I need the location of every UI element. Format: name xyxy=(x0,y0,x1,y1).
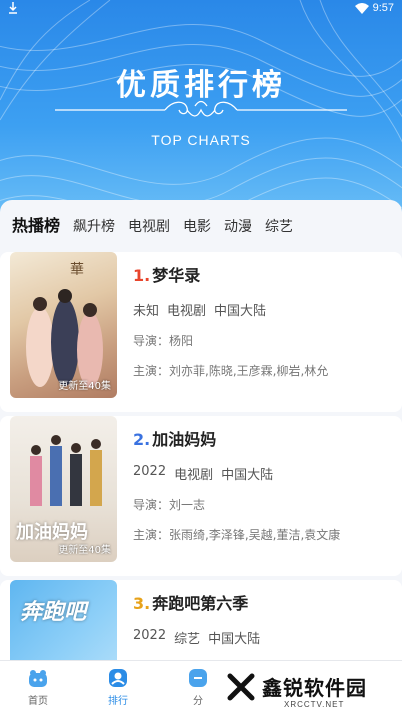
item-meta: 2022 综艺 中国大陆 xyxy=(133,628,393,647)
nav-home[interactable]: 首页 xyxy=(8,667,68,707)
tab-tv[interactable]: 电视剧 xyxy=(128,216,170,236)
item-title[interactable]: 2. 加油妈妈 xyxy=(133,426,393,450)
item-info: 1. 梦华录 未知 电视剧 中国大陆 导演：杨阳 主演：刘亦菲,陈晓,王彦霖,柳… xyxy=(133,262,393,379)
nav-label: 首页 xyxy=(28,696,48,707)
watermark-subtext: XRCCTV.NET xyxy=(284,700,345,709)
list-item[interactable]: 加油妈妈 更新至40集 2. 加油妈妈 2022 电视剧 中国大陆 导演：刘一志… xyxy=(0,416,402,576)
page-subtitle: TOP CHARTS xyxy=(151,132,251,148)
title-ornament-icon xyxy=(55,100,347,117)
item-year: 2022 xyxy=(133,628,167,643)
poster-image[interactable]: 華 更新至40集 xyxy=(10,252,117,398)
wifi-icon xyxy=(354,2,369,14)
nav-category[interactable]: 分 xyxy=(168,667,228,707)
rank-icon xyxy=(109,669,127,687)
category-tabs: 热播榜 飙升榜 电视剧 电影 动漫 综艺 xyxy=(12,212,293,236)
item-year: 2022 xyxy=(133,464,167,479)
tab-anime[interactable]: 动漫 xyxy=(224,216,252,236)
tab-rising[interactable]: 飙升榜 xyxy=(73,216,115,236)
item-info: 3. 奔跑吧第六季 2022 综艺 中国大陆 xyxy=(133,590,393,647)
item-year: 未知 xyxy=(133,304,160,319)
watermark-logo-icon xyxy=(227,673,255,701)
item-info: 2. 加油妈妈 2022 电视剧 中国大陆 导演：刘一志 主演：张雨绮,李泽锋,… xyxy=(133,426,393,543)
item-cast: 主演：张雨绮,李泽锋,吴越,董洁,袁文康 xyxy=(133,528,341,542)
tab-variety[interactable]: 综艺 xyxy=(265,216,293,236)
rank-number: 1. xyxy=(133,266,151,285)
item-region: 中国大陆 xyxy=(221,468,274,483)
item-title-text: 梦华录 xyxy=(152,266,201,285)
item-director: 导演：刘一志 xyxy=(133,498,206,512)
category-icon xyxy=(189,669,207,687)
item-region: 中国大陆 xyxy=(208,632,261,647)
item-title[interactable]: 1. 梦华录 xyxy=(133,262,393,286)
item-title[interactable]: 3. 奔跑吧第六季 xyxy=(133,590,393,614)
tab-movie[interactable]: 电影 xyxy=(183,216,211,236)
nav-ranking[interactable]: 排行 xyxy=(88,667,148,707)
rank-number: 2. xyxy=(133,430,151,449)
home-icon xyxy=(29,670,47,687)
update-badge: 更新至40集 xyxy=(58,545,111,556)
item-cast: 主演：刘亦菲,陈晓,王彦霖,柳岩,林允 xyxy=(133,364,329,378)
list-item[interactable]: 華 更新至40集 1. 梦华录 未知 电视剧 中国大陆 导演：杨阳 主演：刘亦菲… xyxy=(0,252,402,412)
tab-hot[interactable]: 热播榜 xyxy=(12,212,60,236)
update-badge: 更新至40集 xyxy=(58,381,111,392)
download-icon xyxy=(9,2,17,14)
poster-image[interactable]: 加油妈妈 更新至40集 xyxy=(10,416,117,562)
item-title-text: 加油妈妈 xyxy=(152,430,217,449)
status-bar: 9:57 xyxy=(0,0,402,18)
item-meta: 未知 电视剧 中国大陆 xyxy=(133,300,393,319)
item-title-text: 奔跑吧第六季 xyxy=(152,594,249,613)
item-genre: 电视剧 xyxy=(167,304,207,319)
svg-text:華: 華 xyxy=(70,262,84,278)
nav-label: 分 xyxy=(193,696,203,707)
top-charts-banner: 9:57 优质排行榜 TOP CHARTS xyxy=(0,0,402,230)
status-time: 9:57 xyxy=(372,2,394,14)
watermark-text: 鑫锐软件园 xyxy=(262,676,367,700)
item-genre: 电视剧 xyxy=(174,468,214,483)
rank-number: 3. xyxy=(133,594,151,613)
item-meta: 2022 电视剧 中国大陆 xyxy=(133,464,393,483)
ranking-panel: 热播榜 飙升榜 电视剧 电影 动漫 综艺 華 更新至40集 1. 梦华录 未知 … xyxy=(0,200,402,720)
nav-label: 排行 xyxy=(108,696,128,707)
poster-title-art: 奔跑吧 xyxy=(20,600,87,625)
item-region: 中国大陆 xyxy=(214,304,267,319)
item-director: 导演：杨阳 xyxy=(133,334,194,348)
item-genre: 综艺 xyxy=(174,632,201,647)
watermark: 鑫锐软件园 XRCCTV.NET xyxy=(222,662,402,720)
